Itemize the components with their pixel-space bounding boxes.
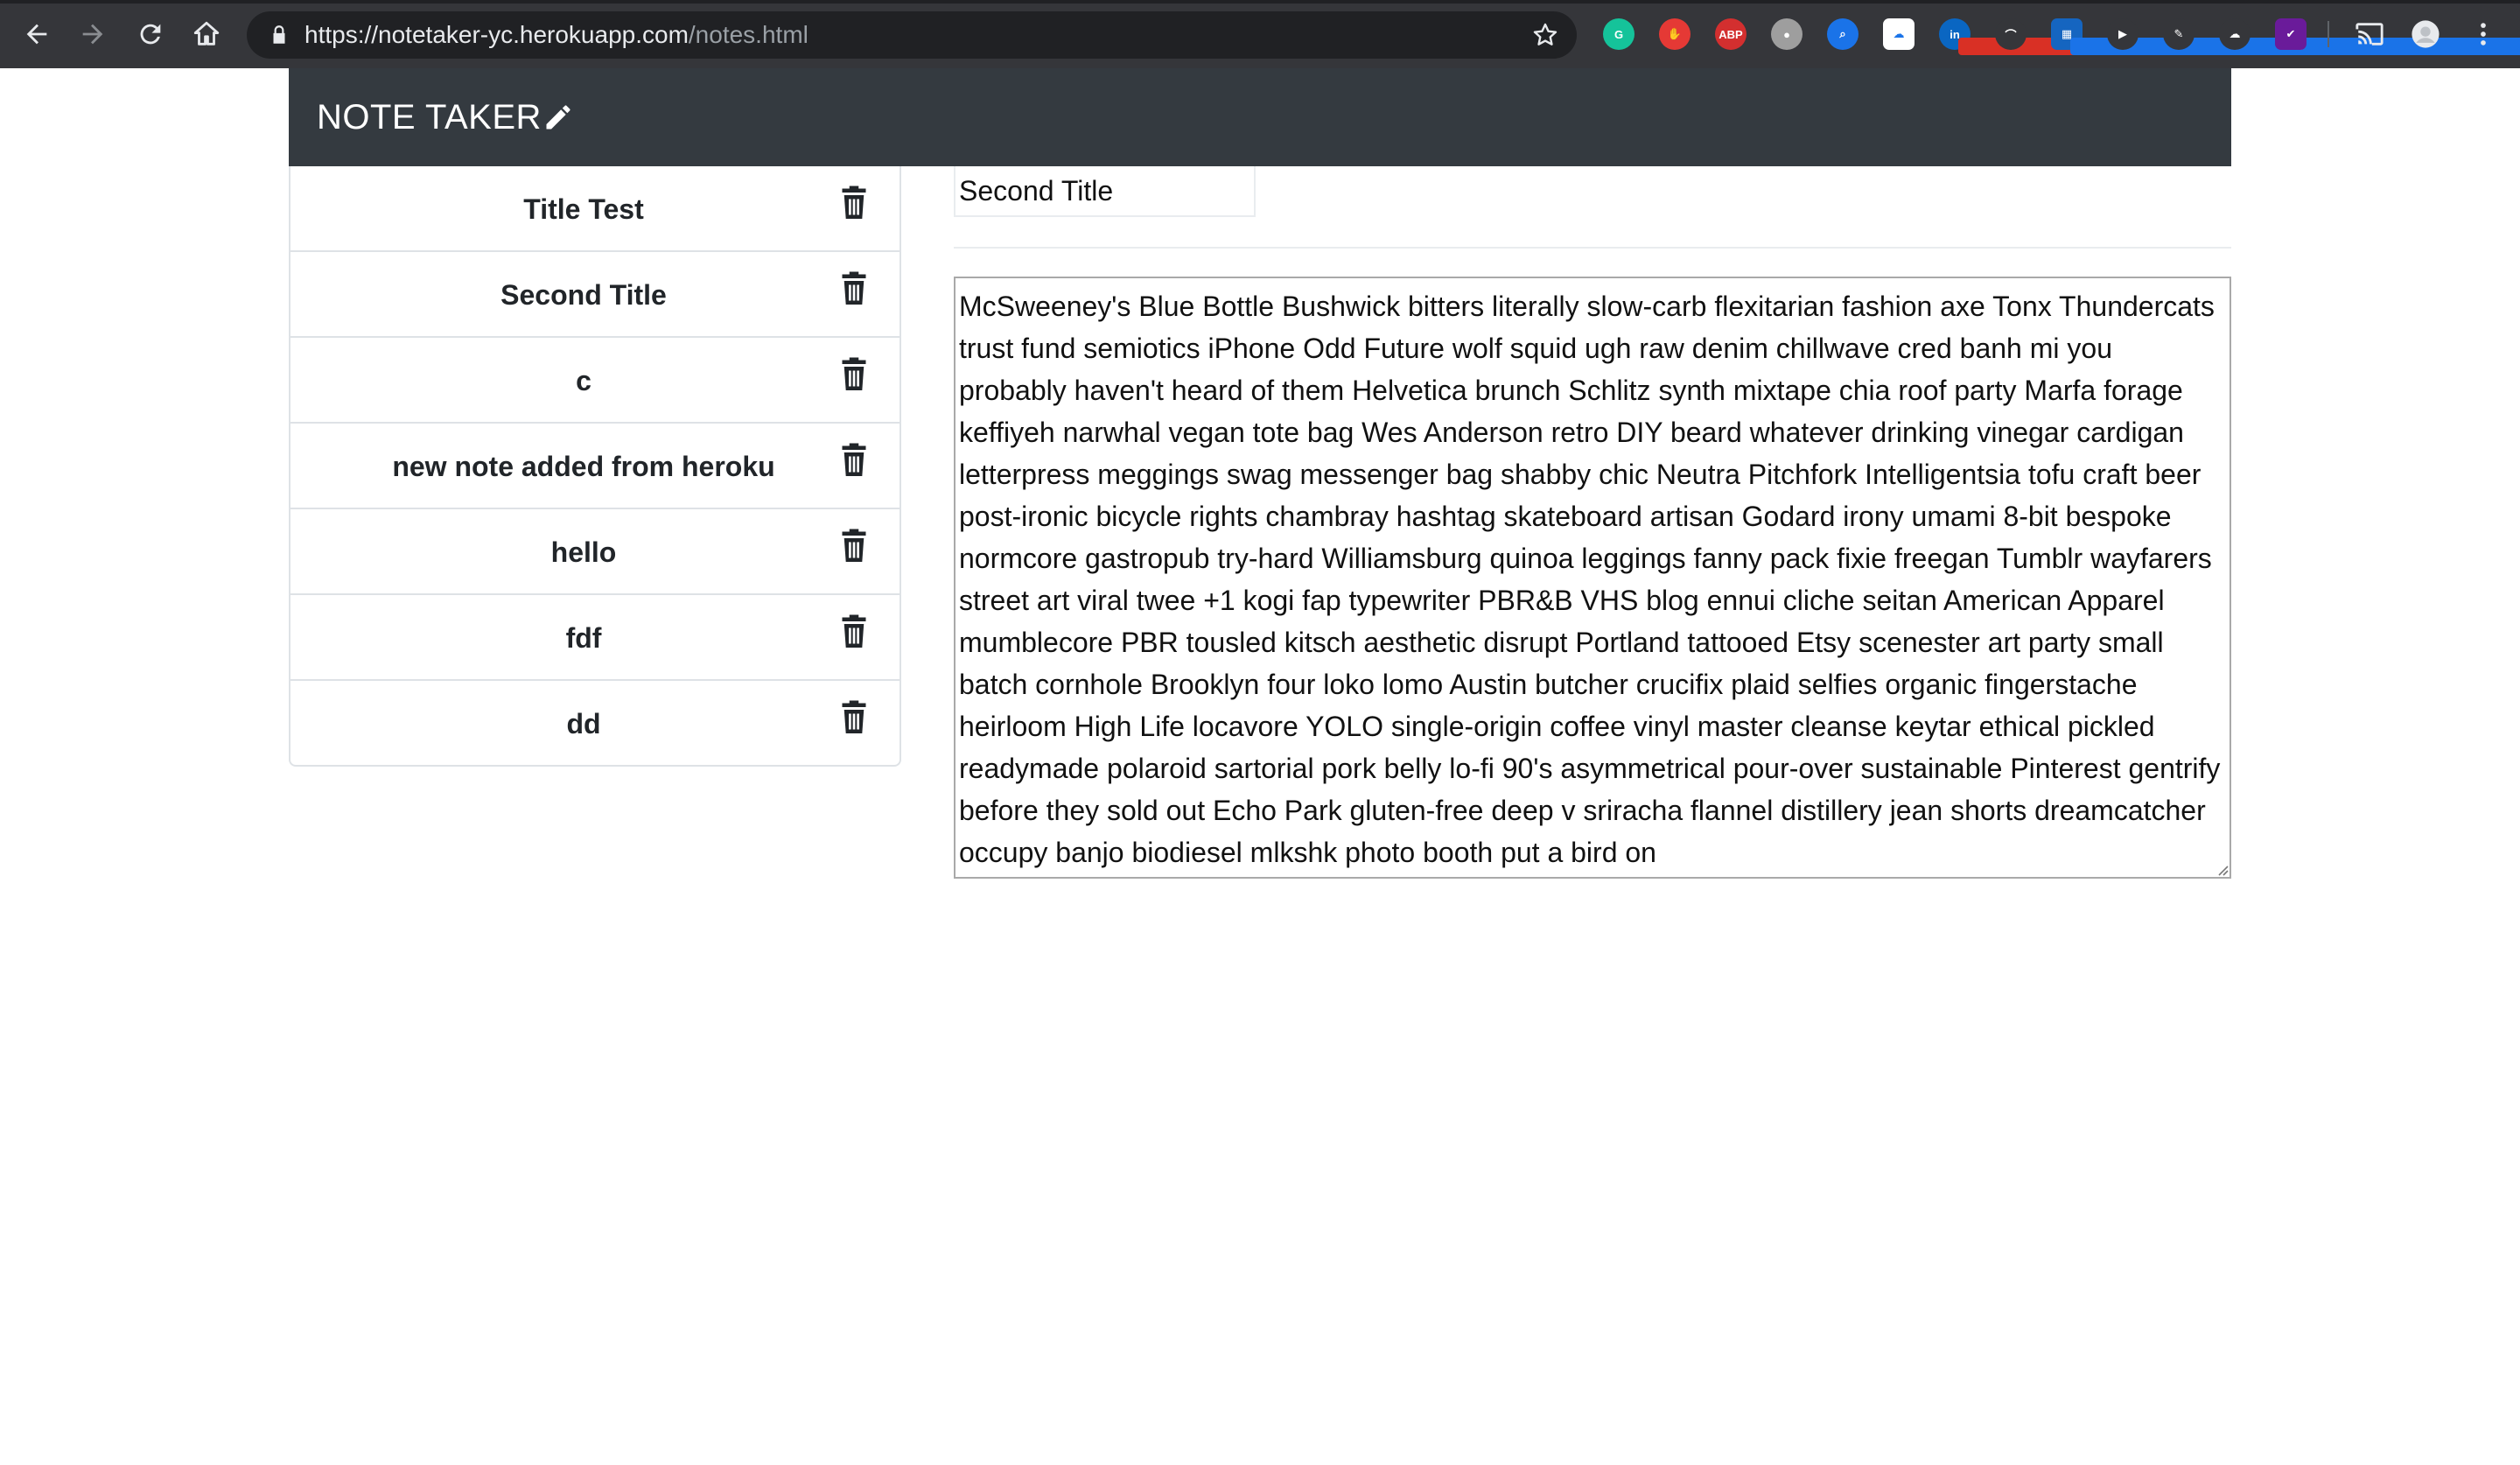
note-list-item-title: new note added from heroku (392, 451, 775, 482)
checkmark-extension-icon[interactable]: ✔ (2275, 18, 2306, 50)
search-extension-icon[interactable]: ⌕ (1827, 18, 1858, 50)
note-list-item[interactable]: Second Title (290, 252, 900, 338)
cast-button[interactable] (2352, 17, 2387, 52)
trash-icon[interactable] (838, 614, 870, 649)
note-list: Title Test Second Title c new note added fr… (289, 166, 901, 767)
url-path: /notes.html (688, 21, 808, 48)
note-list-item-title: fdf (565, 622, 602, 654)
app-navbar: NOTE TAKER (289, 68, 2231, 166)
editor-divider (954, 247, 2231, 249)
note-list-item[interactable]: c (290, 338, 900, 424)
arrow-left-icon (26, 24, 47, 45)
bookmark-star-icon[interactable] (1531, 21, 1559, 49)
trash-icon[interactable] (838, 443, 870, 478)
extension-gray-icon[interactable]: ● (1771, 18, 1802, 50)
note-list-item-title: dd (566, 708, 601, 740)
cloudy-extension-icon[interactable]: ☁ (2219, 18, 2250, 50)
reload-button[interactable] (133, 17, 168, 52)
note-list-item-title: c (576, 365, 592, 396)
home-icon (193, 21, 220, 46)
note-list-item-title: Second Title (500, 279, 667, 311)
note-text-area[interactable]: McSweeney's Blue Bottle Bushwick bitters… (954, 277, 2231, 879)
avatar-icon (2412, 20, 2440, 48)
note-list-item[interactable]: hello (290, 509, 900, 595)
note-list-item[interactable]: Title Test (290, 166, 900, 252)
trash-icon[interactable] (838, 700, 870, 735)
note-list-item-title: Title Test (523, 193, 644, 225)
note-list-item[interactable]: fdf (290, 595, 900, 681)
adblock-plus-icon[interactable]: ABP (1715, 18, 1746, 50)
home-button[interactable] (189, 17, 224, 52)
cast-icon (2356, 23, 2384, 46)
note-list-item[interactable]: dd (290, 681, 900, 765)
cloud-icon[interactable]: ☁ (1883, 18, 1914, 50)
trash-icon[interactable] (838, 357, 870, 392)
note-list-item-title: hello (550, 536, 617, 568)
more-vertical-icon (2481, 23, 2486, 46)
url-text: https://notetaker-yc.herokuapp.com/notes… (304, 22, 808, 48)
new-note-pencil-icon[interactable] (542, 102, 574, 133)
resize-grip-icon[interactable] (2214, 861, 2230, 877)
hand-stop-icon[interactable]: ✋ (1659, 18, 1690, 50)
trash-icon[interactable] (838, 186, 870, 221)
url-host: https://notetaker-yc.herokuapp.com (304, 21, 689, 48)
lock-icon (273, 25, 285, 44)
video-extension-icon[interactable]: ▶ (2107, 18, 2138, 50)
forward-button[interactable] (75, 17, 110, 52)
note-list-item[interactable]: new note added from heroku (290, 424, 900, 509)
browser-toolbar: https://notetaker-yc.herokuapp.com/notes… (0, 0, 2520, 68)
address-bar[interactable]: https://notetaker-yc.herokuapp.com/notes… (247, 11, 1577, 59)
trash-icon[interactable] (838, 271, 870, 306)
toolbar-separator (2328, 21, 2329, 47)
note-title-input[interactable]: Second Title (954, 166, 1256, 217)
rainbow-icon[interactable]: ⌒ (1995, 18, 2026, 50)
pen-extension-icon[interactable]: ✎ (2163, 18, 2194, 50)
app-brand[interactable]: NOTE TAKER (317, 96, 542, 138)
tab-strip (0, 0, 2520, 4)
trash-icon[interactable] (838, 529, 870, 564)
reload-icon (140, 24, 161, 45)
arrow-right-icon (82, 24, 103, 45)
browser-menu-button[interactable] (2466, 17, 2501, 52)
profile-avatar[interactable] (2408, 17, 2443, 52)
grammarly-icon[interactable]: G (1603, 18, 1634, 50)
back-button[interactable] (19, 17, 54, 52)
